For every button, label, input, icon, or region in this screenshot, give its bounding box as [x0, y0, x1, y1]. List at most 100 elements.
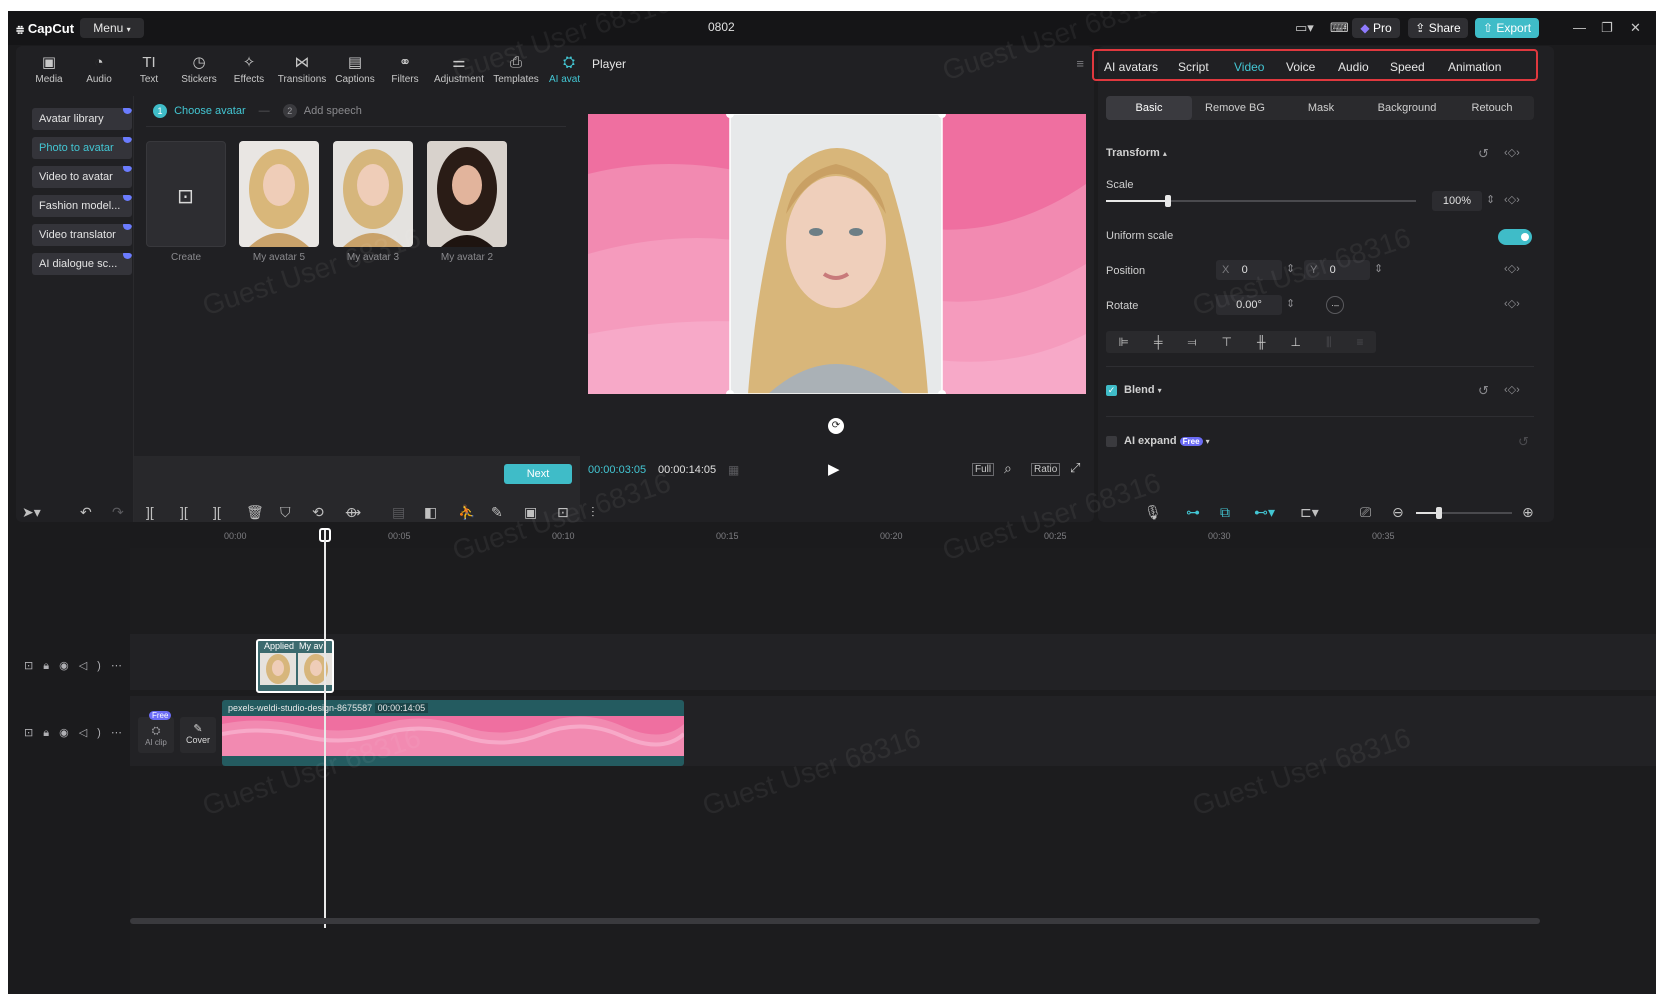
rotate-input[interactable]: 0.00°: [1216, 295, 1282, 315]
track-cover-icon[interactable]: ⊡: [24, 660, 43, 672]
next-button[interactable]: Next: [504, 464, 572, 484]
tool-media[interactable]: ▣ Media: [24, 54, 74, 94]
tool-filters[interactable]: ⚭ Filters: [380, 54, 430, 94]
eye-icon[interactable]: ◉: [59, 660, 79, 672]
sidebar-item-video-translator[interactable]: Video translator: [32, 224, 132, 246]
magic-icon[interactable]: ✎: [491, 504, 503, 521]
tool-effects[interactable]: ✧ Effects: [224, 54, 274, 94]
zoom-fit-icon[interactable]: ⌕: [1004, 460, 1012, 477]
subtab-background[interactable]: Background: [1364, 96, 1450, 120]
more-icon[interactable]: ⋯: [111, 660, 132, 672]
ai-expand-reset-icon[interactable]: ↺: [1518, 434, 1529, 450]
tab-speed[interactable]: Speed: [1390, 60, 1425, 74]
tab-voice[interactable]: Voice: [1286, 60, 1315, 74]
tool-templates[interactable]: ⎙ Templates: [488, 54, 544, 94]
align-center-v-icon[interactable]: ╫: [1257, 335, 1266, 349]
minimize-icon[interactable]: —: [1573, 20, 1586, 35]
tab-ai-avatars[interactable]: AI avatars: [1104, 60, 1158, 74]
align-bottom-icon[interactable]: ⊥: [1291, 335, 1301, 349]
tool-text[interactable]: TI Text: [124, 54, 174, 94]
ai-clip-button[interactable]: Free ⛭ AI clip: [138, 711, 174, 753]
tab-script[interactable]: Script: [1178, 60, 1209, 74]
tool-captions[interactable]: ▤ Captions: [330, 54, 380, 94]
zoom-slider-knob[interactable]: [1436, 507, 1442, 519]
transform-section-title[interactable]: Transform ▴: [1106, 147, 1167, 159]
zoom-in-icon[interactable]: ⊕: [1522, 504, 1534, 521]
avatar-clip[interactable]: Applied My av: [256, 639, 334, 693]
subtab-mask[interactable]: Mask: [1278, 96, 1364, 120]
export-button[interactable]: ⇧ Export: [1475, 18, 1539, 38]
avatar-card-3[interactable]: [333, 141, 413, 247]
rotate-stepper-icon[interactable]: ⇕: [1286, 297, 1295, 310]
position-y-stepper-icon[interactable]: ⇕: [1374, 262, 1383, 275]
blend-keyframe-icon[interactable]: ‹◇›: [1504, 383, 1520, 396]
avatar-card-5[interactable]: [239, 141, 319, 247]
cover-button[interactable]: ✎ Cover: [180, 717, 216, 753]
redo-icon[interactable]: ↷: [112, 504, 124, 521]
lock-icon[interactable]: 🔒︎: [43, 660, 59, 672]
track-cover-icon[interactable]: ⊡: [24, 727, 43, 739]
screenshot-icon[interactable]: ⊡: [557, 504, 569, 521]
align-right-icon[interactable]: ⫤: [1187, 335, 1196, 350]
position-keyframe-icon[interactable]: ‹◇›: [1504, 262, 1520, 275]
rotate-keyframe-icon[interactable]: ‹◇›: [1504, 297, 1520, 310]
uniform-scale-toggle[interactable]: [1498, 229, 1532, 245]
zoom-out-icon[interactable]: ⊖: [1392, 504, 1404, 521]
restore-icon[interactable]: ❐: [1601, 20, 1613, 36]
caption-track-icon[interactable]: ⎚: [1360, 504, 1371, 521]
position-x-stepper-icon[interactable]: ⇕: [1286, 262, 1295, 275]
magnet-icon[interactable]: ⧉: [1220, 504, 1230, 521]
sidebar-item-video-to-avatar[interactable]: Video to avatar: [32, 166, 132, 188]
position-x-input[interactable]: X 0: [1216, 260, 1282, 280]
align-left-icon[interactable]: ⊫: [1119, 335, 1129, 349]
sidebar-item-avatar-library[interactable]: Avatar library: [32, 108, 132, 130]
split-left-icon[interactable]: ][: [180, 504, 188, 520]
full-quality-button[interactable]: Full: [972, 463, 995, 476]
preview-canvas[interactable]: [588, 114, 1086, 394]
zoom-slider[interactable]: [1416, 507, 1512, 519]
tab-animation[interactable]: Animation: [1448, 60, 1501, 74]
split-right-icon[interactable]: ][: [213, 504, 221, 520]
scale-stepper-icon[interactable]: ⇕: [1486, 193, 1495, 206]
reset-icon[interactable]: ↺: [1478, 146, 1489, 162]
distribute-v-icon[interactable]: ≡: [1356, 335, 1363, 349]
avatar-card-2[interactable]: [427, 141, 507, 247]
blend-section-title[interactable]: Blend ▾: [1124, 384, 1162, 396]
align-top-icon[interactable]: ⊤: [1222, 335, 1232, 349]
menu-button[interactable]: Menu ▾: [80, 18, 144, 38]
auto-reframe-icon[interactable]: ⟴: [345, 504, 361, 521]
tool-adjustment[interactable]: ⚌ Adjustment: [430, 54, 488, 94]
speaker-icon[interactable]: ◁): [79, 727, 111, 739]
scale-keyframe-icon[interactable]: ‹◇›: [1504, 193, 1520, 206]
close-icon[interactable]: ✕: [1630, 20, 1641, 36]
player-menu-icon[interactable]: ≡: [1076, 56, 1084, 71]
fullscreen-icon[interactable]: ⤢: [1070, 460, 1080, 476]
scale-slider-track[interactable]: [1106, 195, 1416, 207]
lock-icon[interactable]: 🔒︎: [43, 727, 59, 739]
subtab-basic[interactable]: Basic: [1106, 96, 1192, 120]
tool-audio[interactable]: ◔ Audio: [74, 54, 124, 94]
select-tool-icon[interactable]: ➤▾: [22, 504, 41, 521]
tool-stickers[interactable]: ◷ Stickers: [174, 54, 224, 94]
tool-transitions[interactable]: ⋈ Transitions: [274, 54, 330, 94]
share-button[interactable]: ⇪ Share: [1408, 18, 1468, 38]
link-icon[interactable]: ⊶: [1186, 504, 1200, 521]
ai-expand-checkbox[interactable]: [1106, 436, 1117, 447]
rotate-handle-icon[interactable]: ⟳: [828, 418, 844, 434]
create-avatar-card[interactable]: ⊡: [146, 141, 226, 247]
more-icon[interactable]: ⋯: [111, 727, 132, 739]
ratio-button[interactable]: Ratio: [1031, 463, 1061, 476]
split-icon[interactable]: ][: [146, 504, 154, 520]
audio-wave-icon[interactable]: ⫶: [591, 504, 595, 521]
position-y-input[interactable]: Y 0: [1304, 260, 1370, 280]
video-clip[interactable]: pexels-weldi-studio-design-8675587 00:00…: [222, 700, 684, 766]
layout-icon[interactable]: ▭▾: [1295, 20, 1314, 36]
play-icon[interactable]: ▶: [828, 460, 840, 478]
hd-icon[interactable]: ▣: [524, 504, 537, 521]
subtab-retouch[interactable]: Retouch: [1450, 96, 1534, 120]
timecode-format-icon[interactable]: ▦: [728, 463, 739, 477]
timeline-scrollbar[interactable]: [130, 918, 1540, 924]
delete-icon[interactable]: 🗑: [246, 504, 264, 521]
blend-reset-icon[interactable]: ↺: [1478, 383, 1489, 399]
subtab-remove-bg[interactable]: Remove BG: [1192, 96, 1278, 120]
